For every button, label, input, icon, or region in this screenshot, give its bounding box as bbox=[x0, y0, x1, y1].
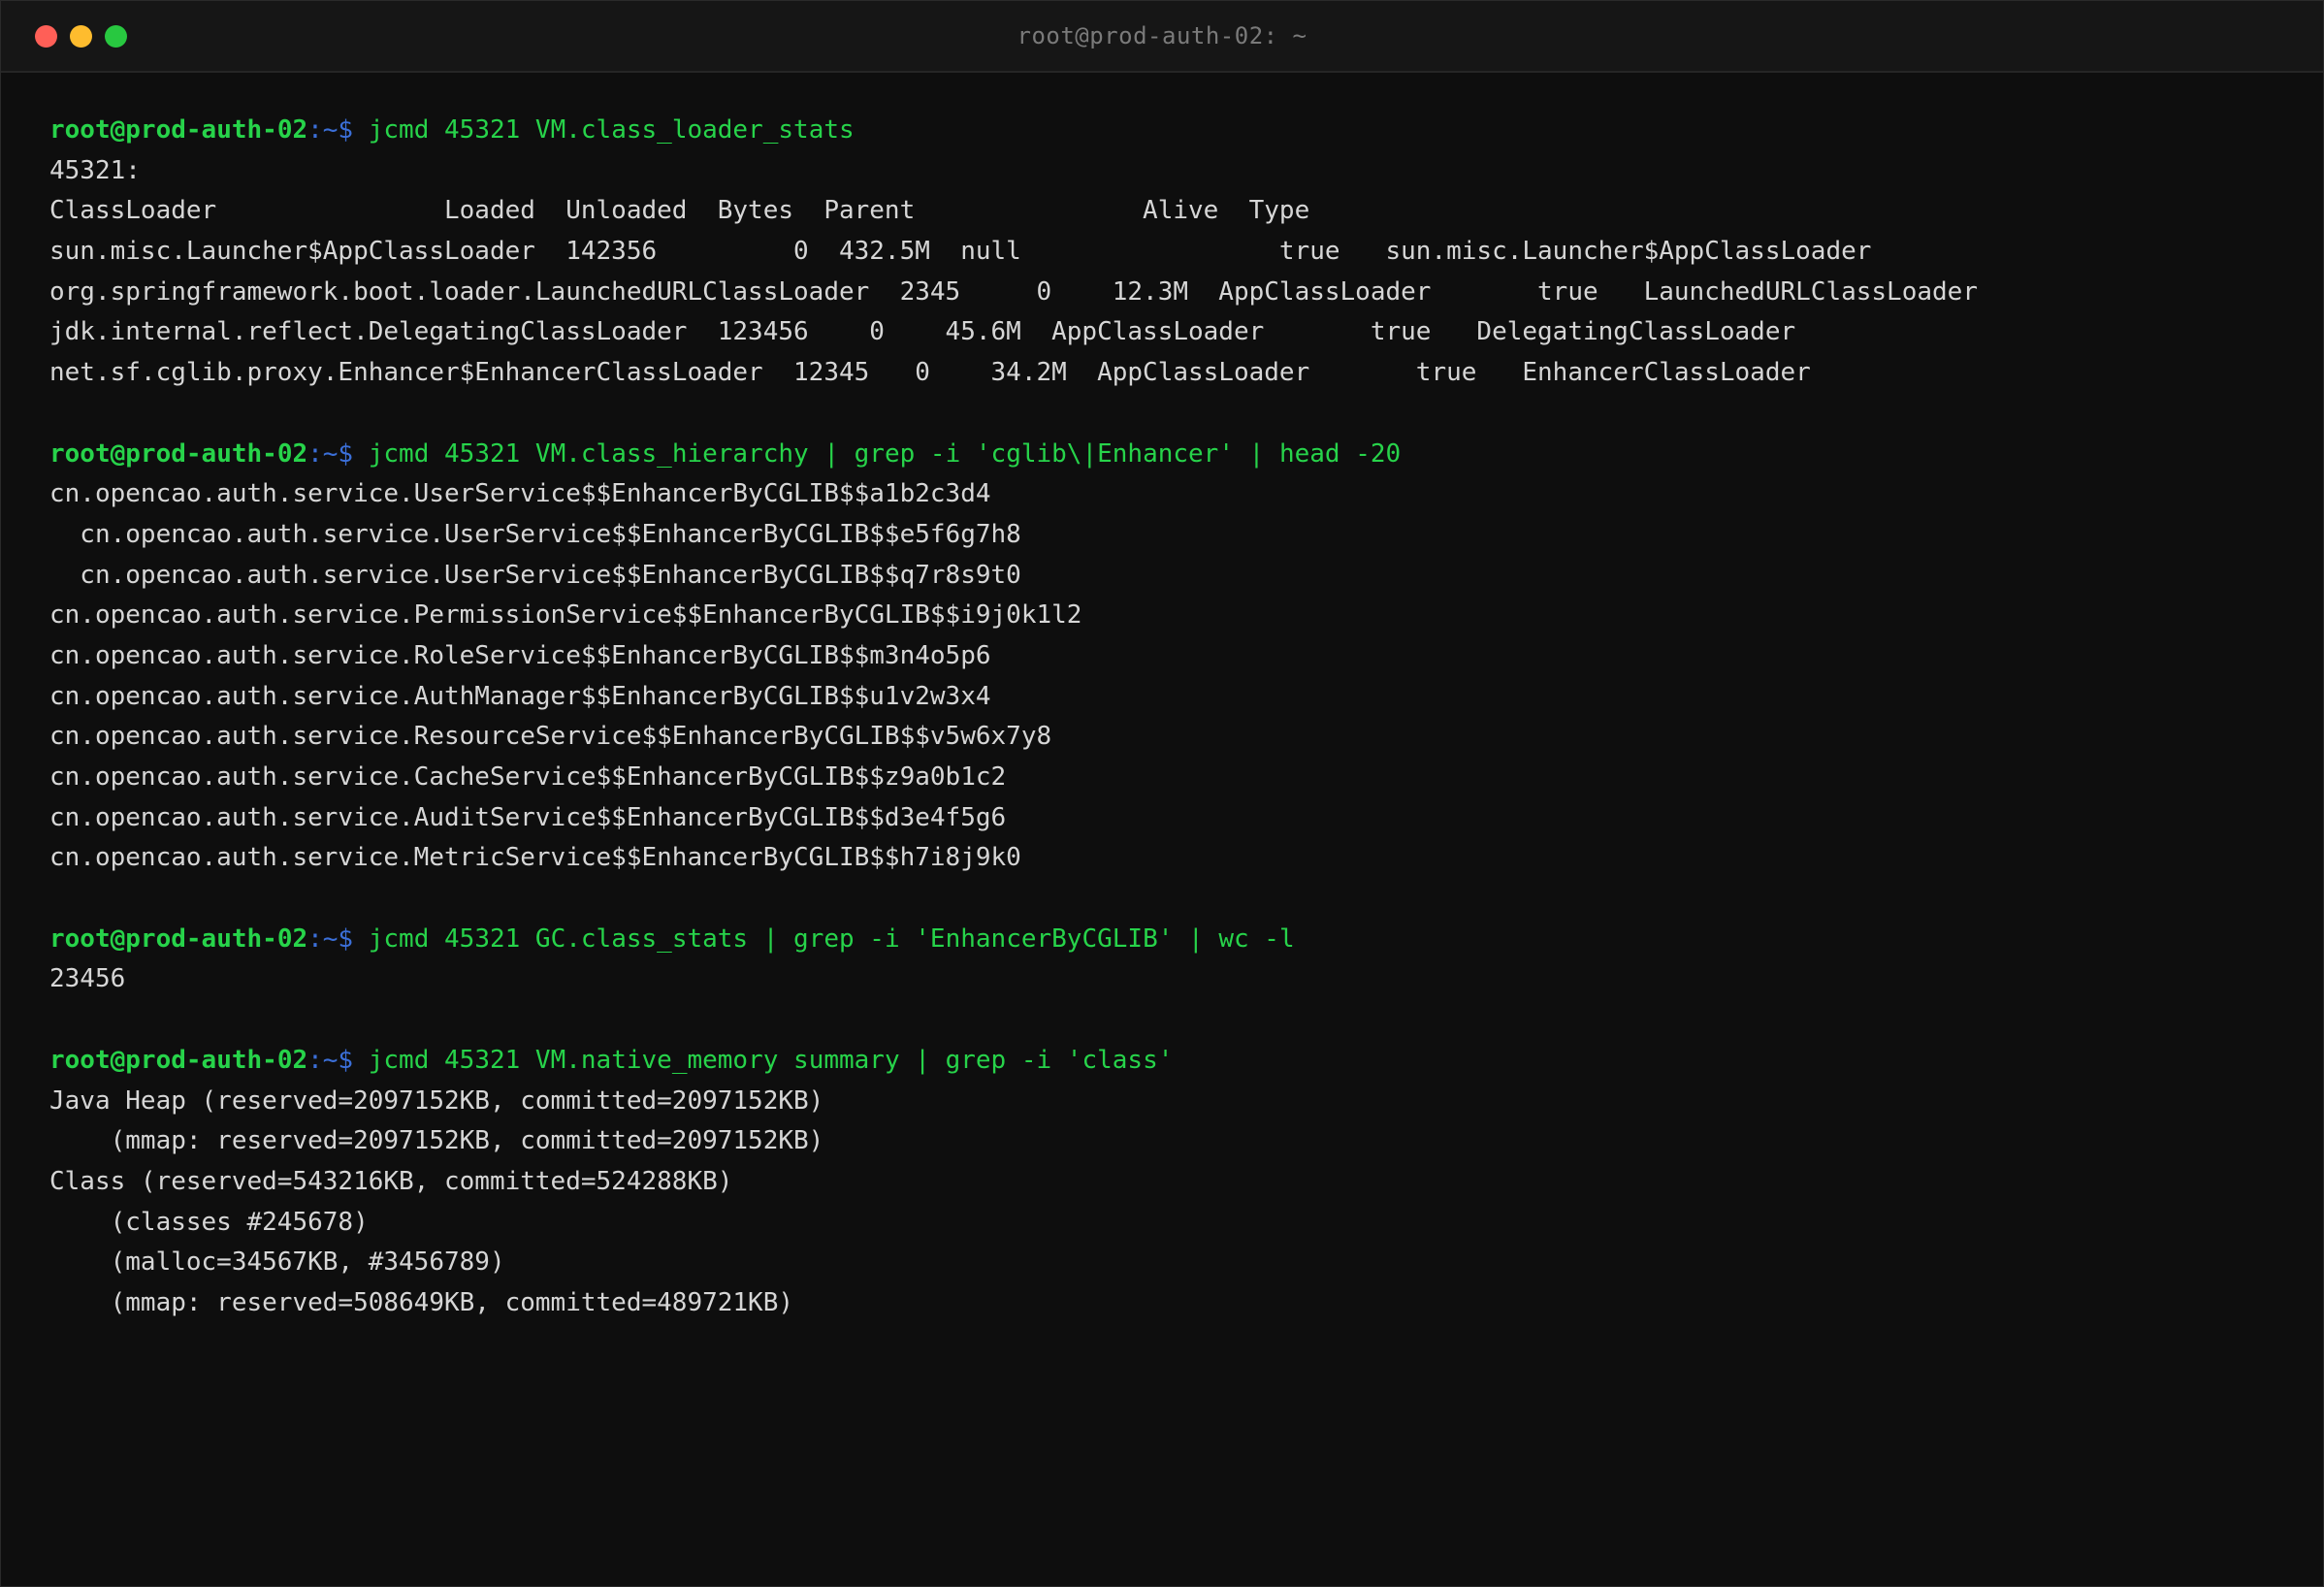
output-line: 45321: bbox=[49, 155, 141, 185]
window-title: root@prod-auth-02: ~ bbox=[1017, 22, 1307, 49]
output-line: (classes #245678) bbox=[49, 1207, 369, 1237]
prompt-host: prod-auth-02 bbox=[125, 115, 308, 145]
output-line: cn.opencao.auth.service.ResourceService$… bbox=[49, 722, 1052, 752]
output-line: net.sf.cglib.proxy.Enhancer$EnhancerClas… bbox=[49, 358, 1811, 388]
command-text: jcmd 45321 GC.class_stats | grep -i 'Enh… bbox=[368, 923, 1295, 954]
prompt-at: @ bbox=[110, 923, 126, 954]
title-bar[interactable]: root@prod-auth-02: ~ bbox=[1, 1, 2323, 73]
output-line: (malloc=34567KB, #3456789) bbox=[49, 1247, 505, 1278]
prompt-path: :~$ bbox=[307, 115, 369, 145]
prompt-line: root@prod-auth-02:~$ jcmd 45321 VM.nativ… bbox=[49, 1041, 2300, 1082]
terminal-output[interactable]: root@prod-auth-02:~$ jcmd 45321 VM.class… bbox=[49, 111, 2300, 1324]
prompt-host: prod-auth-02 bbox=[125, 438, 308, 469]
prompt-path: :~$ bbox=[307, 438, 369, 469]
output-line: org.springframework.boot.loader.Launched… bbox=[49, 276, 1978, 307]
prompt-at: @ bbox=[110, 115, 126, 145]
output-line: cn.opencao.auth.service.UserService$$Enh… bbox=[49, 519, 1021, 549]
prompt-user: root bbox=[49, 438, 111, 469]
output-line: cn.opencao.auth.service.CacheService$$En… bbox=[49, 762, 1007, 792]
prompt-at: @ bbox=[110, 1045, 126, 1075]
prompt-host: prod-auth-02 bbox=[125, 923, 308, 954]
output-line: jdk.internal.reflect.DelegatingClassLoad… bbox=[49, 317, 1796, 347]
prompt-line: root@prod-auth-02:~$ jcmd 45321 VM.class… bbox=[49, 111, 2300, 151]
terminal-window: root@prod-auth-02: ~ root@prod-auth-02:~… bbox=[0, 0, 2324, 1587]
command-text: jcmd 45321 VM.class_loader_stats bbox=[368, 115, 855, 145]
prompt-user: root bbox=[49, 115, 111, 145]
prompt-host: prod-auth-02 bbox=[125, 1045, 308, 1075]
prompt-path: :~$ bbox=[307, 1045, 369, 1075]
output-line: cn.opencao.auth.service.MetricService$$E… bbox=[49, 843, 1021, 873]
output-line: ClassLoader Loaded Unloaded Bytes Parent… bbox=[49, 196, 1310, 226]
output-line: cn.opencao.auth.service.AuthManager$$Enh… bbox=[49, 681, 991, 711]
prompt-user: root bbox=[49, 1045, 111, 1075]
output-line: 23456 bbox=[49, 964, 126, 994]
command-text: jcmd 45321 VM.native_memory summary | gr… bbox=[368, 1045, 1174, 1075]
prompt-path: :~$ bbox=[307, 923, 369, 954]
output-line: cn.opencao.auth.service.PermissionServic… bbox=[49, 600, 1082, 631]
output-line: cn.opencao.auth.service.UserService$$Enh… bbox=[49, 479, 991, 509]
prompt-line: root@prod-auth-02:~$ jcmd 45321 VM.class… bbox=[49, 435, 2300, 475]
output-line: sun.misc.Launcher$AppClassLoader 142356 … bbox=[49, 237, 1872, 267]
output-line: cn.opencao.auth.service.UserService$$Enh… bbox=[49, 560, 1021, 590]
prompt-line: root@prod-auth-02:~$ jcmd 45321 GC.class… bbox=[49, 920, 2300, 960]
output-line: cn.opencao.auth.service.RoleService$$Enh… bbox=[49, 640, 991, 670]
prompt-at: @ bbox=[110, 438, 126, 469]
output-line: Java Heap (reserved=2097152KB, committed… bbox=[49, 1085, 824, 1116]
output-line: Class (reserved=543216KB, committed=5242… bbox=[49, 1166, 733, 1196]
command-text: jcmd 45321 VM.class_hierarchy | grep -i … bbox=[368, 438, 1402, 469]
output-line: (mmap: reserved=2097152KB, committed=209… bbox=[49, 1126, 824, 1156]
prompt-user: root bbox=[49, 923, 111, 954]
output-line: (mmap: reserved=508649KB, committed=4897… bbox=[49, 1287, 794, 1317]
output-line: cn.opencao.auth.service.AuditService$$En… bbox=[49, 802, 1007, 832]
